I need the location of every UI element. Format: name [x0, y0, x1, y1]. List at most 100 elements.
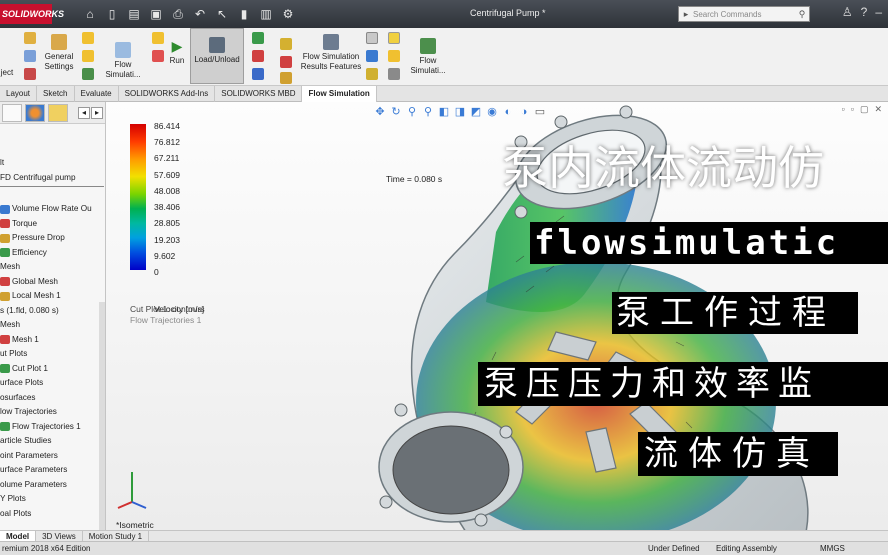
- feature-tree-tab[interactable]: [2, 103, 22, 122]
- open-folder-icon[interactable]: ▤: [126, 6, 142, 22]
- particle-study-icon[interactable]: [280, 56, 292, 68]
- feature-manager-panel: ◂ ▸ lt FD Centrifugal pump Volume Flow R…: [0, 102, 106, 530]
- flow-simulation-options-button[interactable]: Flow Simulati...: [408, 38, 448, 76]
- fluid-subdomain-icon[interactable]: [82, 50, 94, 62]
- tab-solidworks-addins[interactable]: SOLIDWORKS Add-Ins: [119, 86, 216, 102]
- tree-item[interactable]: Mesh: [0, 260, 100, 275]
- tree-item[interactable]: olume Parameters: [0, 478, 100, 493]
- select-arrow-icon[interactable]: ↖: [214, 6, 230, 22]
- flow-trajectories-caption: Flow Trajectories 1: [130, 315, 202, 325]
- tree-header-item[interactable]: lt: [0, 156, 104, 171]
- flow-analysis-tab[interactable]: [25, 103, 45, 122]
- point-params-icon[interactable]: [280, 72, 292, 84]
- tree-item[interactable]: urface Parameters: [0, 463, 100, 478]
- tree-item[interactable]: ut Plots: [0, 347, 100, 362]
- tab-3d-views[interactable]: 3D Views: [36, 531, 83, 541]
- options-gear-icon[interactable]: ⚙: [280, 6, 296, 22]
- goals-icon[interactable]: [82, 68, 94, 80]
- transparency-icon[interactable]: [388, 68, 400, 80]
- help-icon[interactable]: ?: [861, 5, 868, 19]
- surface-plot-icon[interactable]: [252, 50, 264, 62]
- tree-item-label: Mesh 1: [12, 334, 39, 344]
- run-button[interactable]: ▶ Run: [166, 38, 188, 66]
- search-commands-box[interactable]: ▸ Search Commands ⚲: [678, 6, 810, 22]
- isosurface-icon[interactable]: [252, 68, 264, 80]
- panel-scroll-right-icon[interactable]: ▸: [91, 106, 103, 119]
- tree-item[interactable]: Volume Flow Rate Ou: [0, 202, 100, 217]
- view-triad[interactable]: [112, 462, 152, 512]
- load-unload-button[interactable]: Load/Unload: [190, 28, 244, 84]
- tree-item-label: Mesh: [0, 320, 21, 329]
- solidworks-logo[interactable]: SOLIDWORKS: [0, 4, 64, 24]
- panel-scrollbar[interactable]: [99, 302, 105, 530]
- input-data-icon[interactable]: [24, 50, 36, 62]
- tree-item[interactable]: s (1.fld, 0.080 s): [0, 304, 100, 319]
- tab-layout[interactable]: Layout: [0, 86, 38, 102]
- tab-model[interactable]: Model: [0, 531, 37, 541]
- undo-icon[interactable]: ↶: [192, 6, 208, 22]
- file-properties-icon[interactable]: ▥: [258, 6, 274, 22]
- home-icon[interactable]: ⌂: [82, 6, 98, 22]
- tree-item[interactable]: Torque: [0, 217, 100, 232]
- flow-simulation-results-features-button[interactable]: Flow Simulation Results Features: [298, 34, 364, 72]
- save-icon[interactable]: ▣: [148, 6, 164, 22]
- tree-item[interactable]: Mesh: [0, 318, 100, 333]
- computational-domain-icon[interactable]: [82, 32, 94, 44]
- tree-item[interactable]: Cut Plot 1: [0, 362, 100, 377]
- flow-trajectory-icon[interactable]: [280, 38, 292, 50]
- tree-item[interactable]: Flow Trajectories 1: [0, 420, 100, 435]
- search-commands-input[interactable]: Search Commands: [693, 10, 795, 19]
- run-play-icon: ▶: [171, 38, 183, 54]
- tree-item[interactable]: Efficiency: [0, 246, 100, 261]
- new-document-icon[interactable]: ▯: [104, 6, 120, 22]
- xy-plot-icon[interactable]: [366, 32, 378, 44]
- tree-item[interactable]: low Trajectories: [0, 405, 100, 420]
- calculation-control-icon[interactable]: [152, 50, 164, 62]
- tree-item-label: Pressure Drop: [12, 233, 65, 242]
- results-features-icon: [323, 34, 339, 50]
- status-bar: remium 2018 x64 Edition Under Defined Ed…: [0, 541, 888, 555]
- tree-item[interactable]: Mesh 1: [0, 333, 100, 348]
- tree-item[interactable]: oal Plots: [0, 507, 100, 522]
- search-icon[interactable]: ⚲: [795, 9, 809, 20]
- status-units[interactable]: MMGS: [820, 544, 845, 553]
- report-icon[interactable]: [366, 50, 378, 62]
- legend-tick-label: 38.406: [154, 202, 180, 213]
- tree-item[interactable]: article Studies: [0, 434, 100, 449]
- user-icon[interactable]: ♙: [842, 5, 853, 19]
- tree-project-item[interactable]: FD Centrifugal pump: [0, 171, 104, 186]
- tree-item-label: Torque: [12, 218, 38, 228]
- tab-flow-simulation[interactable]: Flow Simulation: [302, 86, 377, 102]
- new-project-icon[interactable]: [152, 32, 164, 44]
- tree-item[interactable]: Pressure Drop: [0, 231, 100, 246]
- flow-simulation-button[interactable]: Flow Simulati...: [102, 42, 144, 80]
- search-scope-icon[interactable]: ▸: [679, 9, 693, 20]
- tree-item-icon: [0, 204, 10, 214]
- tree-item[interactable]: oint Parameters: [0, 449, 100, 464]
- tree-item[interactable]: osurfaces: [0, 391, 100, 406]
- tree-item[interactable]: urface Plots: [0, 376, 100, 391]
- cut-plot-icon[interactable]: [252, 32, 264, 44]
- tab-evaluate[interactable]: Evaluate: [75, 86, 119, 102]
- panel-scroll-left-icon[interactable]: ◂: [78, 106, 90, 119]
- display-mode-icon[interactable]: [388, 32, 400, 44]
- general-settings-button[interactable]: General Settings: [40, 34, 78, 72]
- project-button-label[interactable]: ject: [0, 68, 14, 78]
- tab-sketch[interactable]: Sketch: [37, 86, 75, 102]
- boundary-icon[interactable]: [24, 68, 36, 80]
- overlay-caption-line4: 流体仿真: [638, 432, 838, 476]
- lighting-icon[interactable]: [388, 50, 400, 62]
- tree-item[interactable]: Global Mesh: [0, 275, 100, 290]
- display-manager-tab[interactable]: [48, 103, 68, 122]
- tree-item[interactable]: Local Mesh 1: [0, 289, 100, 304]
- rebuild-icon[interactable]: ▮: [236, 6, 252, 22]
- print-icon[interactable]: ⎙: [170, 6, 186, 22]
- tab-motion-study[interactable]: Motion Study 1: [83, 531, 150, 541]
- animation-icon[interactable]: [366, 68, 378, 80]
- quick-access-toolbar: ⌂ ▯ ▤ ▣ ⎙ ↶ ↖ ▮ ▥ ⚙: [82, 6, 296, 22]
- tree-item[interactable]: Y Plots: [0, 492, 100, 507]
- tree-item-icon: [0, 277, 10, 287]
- tab-solidworks-mbd[interactable]: SOLIDWORKS MBD: [215, 86, 303, 102]
- minimize-icon[interactable]: –: [875, 5, 882, 19]
- wizard-icon[interactable]: [24, 32, 36, 44]
